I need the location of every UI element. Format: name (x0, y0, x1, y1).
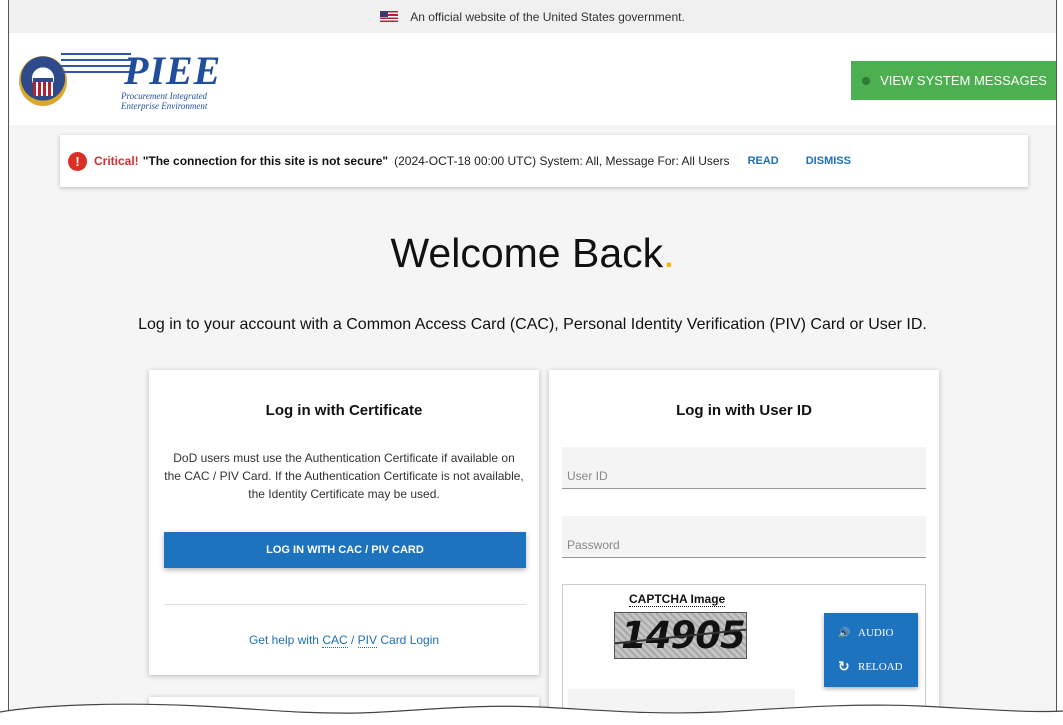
login-cac-piv-button[interactable]: LOG IN WITH CAC / PIV CARD (164, 532, 526, 568)
site-header: PIEE Procurement Integrated Enterprise E… (9, 33, 1056, 125)
help-suffix: Card Login (377, 633, 440, 647)
exclamation-icon: ! (68, 151, 87, 171)
captcha-image: 149056 (614, 612, 747, 659)
register-card-text: ount? (267, 713, 301, 725)
dod-seal-icon (19, 56, 67, 106)
captcha-label-text: CAPTCHA Image (629, 592, 726, 607)
cac-abbr: CAC (322, 633, 348, 648)
help-separator: / (347, 633, 358, 647)
help-prefix: Get help with (248, 633, 323, 647)
user-id-input[interactable] (562, 447, 926, 488)
captcha-reload-label: RELOAD (858, 661, 903, 673)
reload-icon: ↻ (838, 659, 850, 675)
logo-lines (61, 53, 131, 79)
alert-meta: (2024-OCT-18 00:00 UTC) System: All, Mes… (394, 154, 730, 168)
page-subtitle: Log in to your account with a Common Acc… (138, 316, 927, 333)
gov-banner-text: An official website of the United States… (410, 9, 685, 24)
user-id-login-card: Log in with User ID CAPTCHA Image 149056… (549, 370, 939, 725)
alert-message: "The connection for this site is not sec… (142, 154, 389, 168)
view-system-messages-button[interactable]: VIEW SYSTEM MESSAGES (851, 61, 1056, 100)
status-dot-icon (862, 76, 871, 85)
captcha-controls: 🔊 AUDIO ↻ RELOAD (824, 613, 918, 687)
password-field (562, 516, 926, 558)
password-input[interactable] (562, 516, 926, 557)
captcha-box: CAPTCHA Image 149056 🔊 AUDIO ↻ RELOAD (562, 584, 926, 725)
captcha-input[interactable] (568, 689, 795, 725)
alert-level: Critical! (94, 154, 139, 168)
divider (164, 604, 526, 605)
captcha-text: 149056 (621, 614, 746, 657)
gov-banner: An official website of the United States… (9, 0, 1056, 33)
cac-piv-help-link[interactable]: Get help with CAC / PIV Card Login (149, 633, 539, 648)
alert-dismiss-link[interactable]: DISMISS (806, 155, 851, 167)
user-id-field (562, 447, 926, 489)
welcome-dot: . (663, 230, 675, 276)
captcha-reload-button[interactable]: ↻ RELOAD (824, 652, 918, 682)
certificate-card-title: Log in with Certificate (265, 402, 423, 419)
page-title: Welcome Back. (9, 230, 1056, 277)
speaker-icon: 🔊 (838, 627, 851, 639)
welcome-text: Welcome Back (390, 230, 664, 276)
piv-abbr: PIV (357, 633, 378, 648)
certificate-description: DoD users must use the Authentication Ce… (164, 451, 524, 501)
captcha-label: CAPTCHA Image (629, 592, 726, 607)
critical-alert: ! Critical! "The connection for this sit… (60, 135, 1028, 187)
register-card: ount? (149, 697, 539, 725)
browser-viewport: An official website of the United States… (8, 0, 1057, 725)
logo-sub-line2: Enterprise Environment (121, 101, 208, 111)
captcha-audio-label: AUDIO (858, 627, 894, 639)
user-id-card-title: Log in with User ID (676, 402, 812, 419)
logo-subtitle: Procurement Integrated Enterprise Enviro… (121, 91, 207, 111)
certificate-login-card: Log in with Certificate DoD users must u… (149, 370, 539, 675)
view-system-messages-label: VIEW SYSTEM MESSAGES (880, 73, 1047, 88)
us-flag-icon (380, 11, 399, 22)
piee-logo[interactable]: PIEE (124, 47, 221, 94)
logo-sub-line1: Procurement Integrated (121, 91, 208, 101)
alert-read-link[interactable]: READ (748, 155, 779, 167)
captcha-audio-button[interactable]: 🔊 AUDIO (824, 618, 918, 648)
